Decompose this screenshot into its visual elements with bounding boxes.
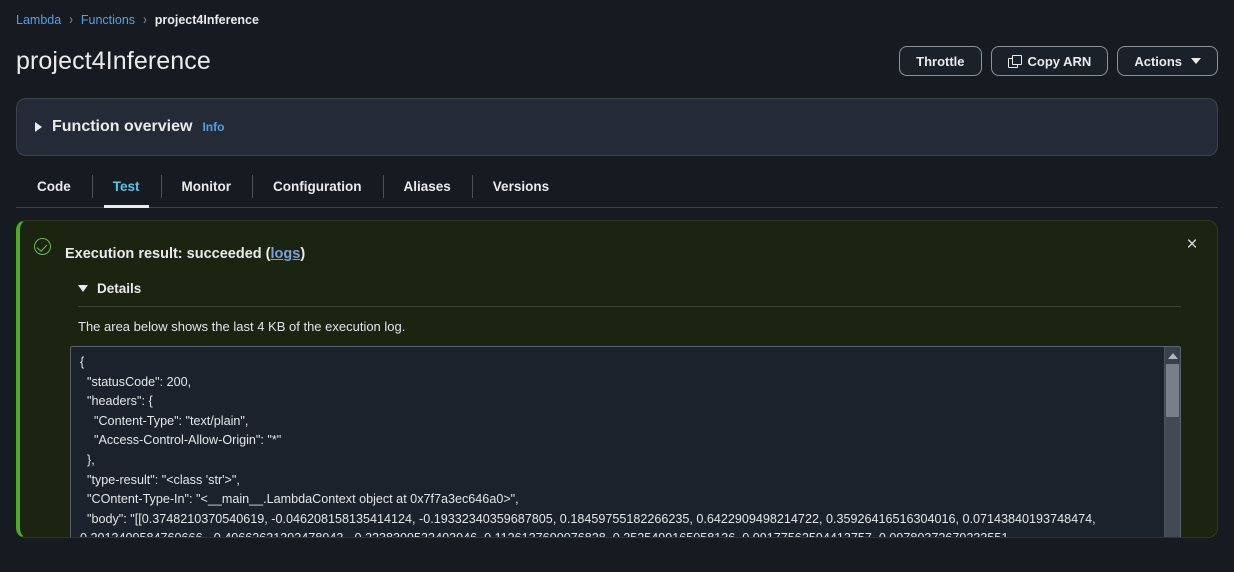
tab-versions[interactable]: Versions: [471, 166, 570, 207]
copy-arn-button[interactable]: Copy ARN: [990, 46, 1109, 76]
details-toggle[interactable]: Details: [78, 281, 1199, 296]
scrollbar-thumb[interactable]: [1165, 364, 1179, 417]
execution-log-textarea[interactable]: { "statusCode": 200, "headers": { "Conte…: [70, 346, 1181, 537]
logs-link[interactable]: logs: [271, 246, 301, 262]
execution-log-text[interactable]: { "statusCode": 200, "headers": { "Conte…: [71, 347, 1164, 537]
actions-button-label: Actions: [1134, 53, 1182, 69]
breadcrumb-separator-icon: ›: [69, 11, 73, 28]
execution-result-text: Execution result: succeeded: [65, 246, 262, 262]
tab-test-label: Test: [112, 179, 140, 194]
tab-aliases-label: Aliases: [403, 179, 451, 194]
execution-result-alert: × Execution result: succeeded (logs) Det…: [16, 220, 1218, 538]
chevron-down-icon[interactable]: [78, 285, 88, 292]
execution-result-title: Execution result: succeeded (logs): [65, 237, 305, 262]
copy-arn-button-label: Copy ARN: [1027, 53, 1092, 69]
details-label: Details: [97, 281, 142, 296]
tab-bar: Code Test Monitor Configuration Aliases …: [16, 166, 1218, 208]
tab-code-label: Code: [37, 179, 71, 194]
success-check-icon: [34, 238, 51, 255]
page-title: project4Inference: [16, 46, 211, 75]
function-overview-title: Function overview: [52, 118, 193, 135]
scrollbar-track[interactable]: [1164, 364, 1180, 537]
details-divider: [78, 306, 1181, 307]
tab-configuration-label: Configuration: [273, 179, 362, 194]
breadcrumb-item-functions[interactable]: Functions: [81, 13, 135, 27]
breadcrumb: Lambda › Functions › project4Inference: [0, 0, 1234, 30]
throttle-button-label: Throttle: [916, 53, 965, 69]
breadcrumb-separator-icon: ›: [143, 11, 147, 28]
tab-test[interactable]: Test: [91, 166, 161, 208]
function-overview-panel[interactable]: Function overview Info: [16, 98, 1218, 156]
chevron-right-icon[interactable]: [35, 122, 42, 132]
close-icon[interactable]: ×: [1179, 231, 1205, 257]
breadcrumb-item-lambda[interactable]: Lambda: [16, 13, 61, 27]
alert-header: Execution result: succeeded (logs): [34, 237, 1199, 262]
tab-monitor[interactable]: Monitor: [160, 166, 253, 207]
scroll-up-arrow-icon[interactable]: [1164, 347, 1180, 364]
throttle-button[interactable]: Throttle: [899, 46, 982, 76]
chevron-down-icon: [1191, 58, 1201, 64]
header-actions: Throttle Copy ARN Actions: [899, 46, 1218, 76]
tab-code[interactable]: Code: [16, 166, 92, 207]
logs-paren-close: ): [300, 246, 306, 262]
tab-monitor-label: Monitor: [181, 179, 232, 194]
tab-configuration[interactable]: Configuration: [252, 166, 382, 207]
details-description: The area below shows the last 4 KB of th…: [78, 319, 406, 334]
tab-aliases[interactable]: Aliases: [382, 166, 472, 207]
page-header: project4Inference Throttle Copy ARN Acti…: [0, 30, 1234, 86]
info-link[interactable]: Info: [202, 120, 224, 134]
copy-icon: [1007, 54, 1022, 68]
actions-button[interactable]: Actions: [1117, 46, 1218, 76]
log-scrollbar[interactable]: [1164, 347, 1180, 537]
tab-versions-label: Versions: [492, 179, 550, 194]
breadcrumb-item-current: project4Inference: [154, 12, 259, 27]
